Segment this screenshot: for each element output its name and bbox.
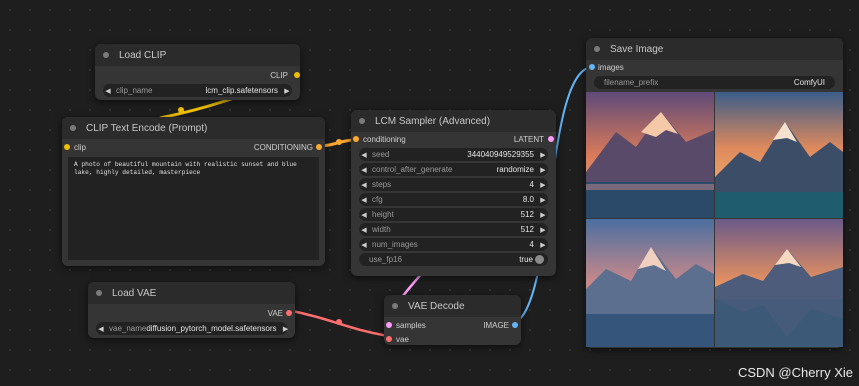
cfg-widget[interactable]: ◀ cfg 8.0 ▶ — [359, 193, 548, 206]
collapse-dot-icon[interactable] — [594, 46, 600, 52]
output-port-vae[interactable] — [286, 310, 292, 316]
width-widget[interactable]: ◀ width 512 ▶ — [359, 223, 548, 236]
collapse-dot-icon[interactable] — [359, 118, 365, 124]
watermark: CSDN @Cherry Xie — [737, 365, 853, 380]
node-title: Load CLIP — [119, 49, 167, 61]
control-after-generate-widget[interactable]: ◀ control_after_generate randomize ▶ — [359, 163, 548, 176]
wire-vae — [286, 308, 390, 338]
node-title: CLIP Text Encode (Prompt) — [86, 122, 208, 134]
output-port-latent[interactable] — [548, 136, 554, 142]
input-port-samples[interactable] — [386, 322, 392, 328]
output-port-clip[interactable] — [294, 72, 300, 78]
input-label-conditioning: conditioning — [363, 134, 406, 144]
use-fp16-toggle[interactable]: use_fp16 true — [359, 253, 548, 266]
output-port-image[interactable] — [512, 322, 518, 328]
arrow-left-icon[interactable]: ◀ — [96, 325, 106, 333]
input-port-clip[interactable] — [64, 144, 70, 150]
toggle-knob-icon[interactable] — [535, 255, 544, 264]
input-port-images[interactable] — [589, 64, 595, 70]
output-label-clip: CLIP — [270, 70, 288, 80]
output-image-2[interactable] — [715, 92, 843, 218]
steps-widget[interactable]: ◀ steps 4 ▶ — [359, 178, 548, 191]
collapse-dot-icon[interactable] — [392, 303, 398, 309]
output-label-latent: LATENT — [513, 134, 544, 144]
prompt-textarea[interactable]: A photo of beautiful mountain with reali… — [68, 157, 319, 260]
load-clip-node[interactable]: Load CLIP CLIP ◀ clip_name lcm_clip.safe… — [95, 44, 300, 100]
output-label-vae: VAE — [267, 308, 283, 318]
arrow-right-icon[interactable]: ▶ — [281, 325, 291, 333]
arrow-left-icon[interactable]: ◀ — [103, 87, 113, 95]
node-title: Save Image — [610, 43, 664, 55]
collapse-dot-icon[interactable] — [70, 125, 76, 131]
output-image-3[interactable] — [586, 219, 714, 347]
filename-prefix-field[interactable]: filename_prefix ComfyUI — [594, 76, 835, 89]
vae-decode-node[interactable]: VAE Decode samples IMAGE vae — [384, 295, 521, 345]
vae-name-combo[interactable]: ◀ vae_name diffusion_pytorch_model.safet… — [96, 322, 288, 335]
input-label-vae: vae — [396, 334, 409, 344]
output-label-image: IMAGE — [483, 320, 509, 330]
output-image-4[interactable] — [715, 219, 843, 347]
input-label-samples: samples — [396, 320, 426, 330]
input-label-clip: clip — [74, 142, 87, 152]
node-title: LCM Sampler (Advanced) — [375, 115, 491, 127]
load-vae-node[interactable]: Load VAE VAE ◀ vae_name diffusion_pytorc… — [88, 282, 295, 338]
output-label-conditioning: CONDITIONING — [253, 142, 313, 152]
input-port-conditioning[interactable] — [353, 136, 359, 142]
num-images-widget[interactable]: ◀ num_images 4 ▶ — [359, 238, 548, 251]
output-image-1[interactable] — [586, 92, 714, 218]
height-widget[interactable]: ◀ height 512 ▶ — [359, 208, 548, 221]
arrow-right-icon[interactable]: ▶ — [282, 87, 292, 95]
node-title: VAE Decode — [408, 300, 465, 312]
seed-widget[interactable]: ◀ seed 344040949529355 ▶ — [359, 148, 548, 161]
input-port-vae[interactable] — [386, 336, 392, 342]
node-title: Load VAE — [112, 287, 157, 299]
collapse-dot-icon[interactable] — [103, 52, 109, 58]
save-image-node[interactable]: Save Image images filename_prefix ComfyU… — [586, 38, 843, 348]
input-label-images: images — [598, 62, 624, 72]
collapse-dot-icon[interactable] — [96, 290, 102, 296]
output-port-conditioning[interactable] — [316, 144, 322, 150]
lcm-sampler-node[interactable]: LCM Sampler (Advanced) conditioning LATE… — [351, 110, 556, 276]
clip-text-encode-node[interactable]: CLIP Text Encode (Prompt) clip CONDITION… — [62, 117, 325, 266]
clip-name-combo[interactable]: ◀ clip_name lcm_clip.safetensors ▶ — [103, 84, 292, 97]
